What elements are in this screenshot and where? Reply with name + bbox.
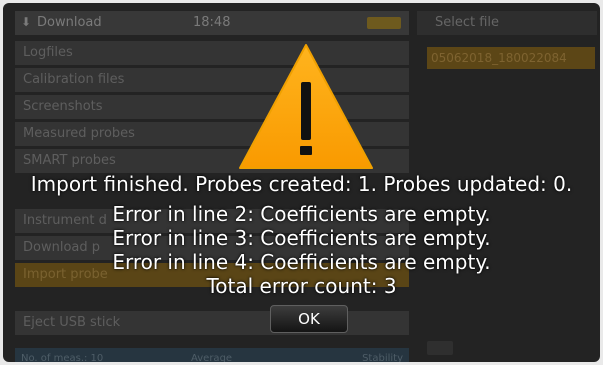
download-icon: ⬇: [21, 15, 32, 29]
ok-button[interactable]: OK: [270, 305, 348, 333]
menu-item-label: Measured probes: [23, 126, 135, 141]
scroll-stub: [427, 341, 453, 355]
dialog-message-line: Error in line 2: Coefficients are empty.: [112, 202, 491, 226]
file-panel-title: Select file: [417, 11, 597, 35]
menu-item-label: SMART probes: [23, 153, 116, 168]
status-bar: No. of meas.: 10 Average Stability: [15, 348, 409, 362]
page-title: Download: [37, 15, 102, 30]
status-meas-count: No. of meas.: 10: [21, 353, 104, 362]
dialog-message-line: Error in line 3: Coefficients are empty.: [112, 226, 491, 250]
menu-item-label: Calibration files: [23, 72, 125, 87]
title-bar: ⬇ Download 18:48: [15, 11, 409, 35]
menu-item-eject-usb[interactable]: Eject USB stick: [15, 311, 409, 335]
warning-icon: [239, 44, 373, 169]
status-stability: Stability: [362, 353, 403, 362]
dialog-message-line: Import finished. Probes created: 1. Prob…: [30, 172, 573, 196]
status-badge: [367, 17, 401, 29]
menu-item-label: Eject USB stick: [23, 315, 121, 330]
dialog-message-line: Error in line 4: Coefficients are empty.: [112, 250, 491, 274]
menu-item-label: Screenshots: [23, 99, 103, 114]
dialog-message-line: Total error count: 3: [206, 274, 397, 298]
menu-item-label: Logfiles: [23, 45, 73, 60]
file-list-item[interactable]: 05062018_180022084: [427, 47, 595, 69]
clock: 18:48: [193, 15, 231, 30]
status-average: Average: [191, 353, 233, 362]
